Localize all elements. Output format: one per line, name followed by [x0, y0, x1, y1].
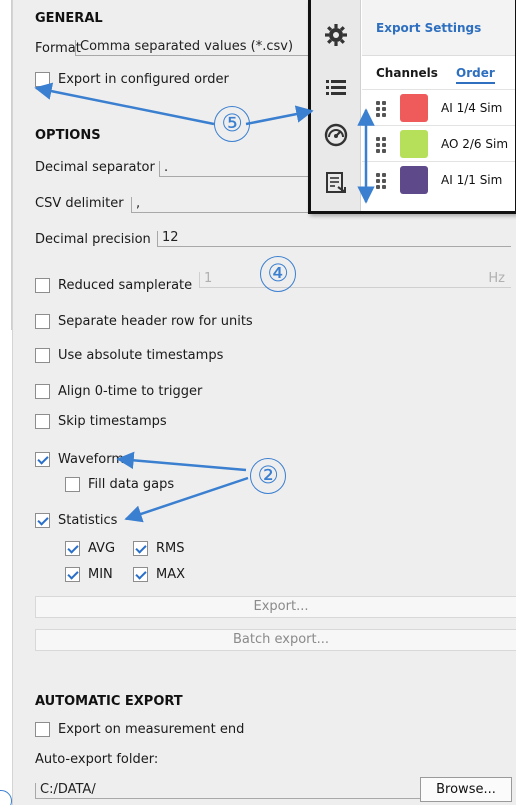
export-report-icon[interactable] [323, 170, 349, 196]
reduced-samplerate-checkbox[interactable] [35, 277, 50, 293]
align-zero-label: Align 0-time to trigger [58, 383, 203, 399]
fill-gaps-label: Fill data gaps [88, 476, 175, 492]
auto-export-folder-label: Auto-export folder: [35, 752, 159, 767]
auto-export-folder-field[interactable]: C:/DATA/ [35, 783, 429, 799]
popup-main: Export Settings Channels Order AI 1/4 Si… [362, 0, 515, 211]
absolute-timestamps-label: Use absolute timestamps [58, 347, 224, 363]
absolute-timestamps-row[interactable]: Use absolute timestamps [35, 346, 223, 364]
callout-4: ④ [260, 256, 296, 292]
channel-color-swatch [400, 129, 428, 158]
absolute-timestamps-checkbox[interactable] [35, 347, 50, 363]
tab-channels[interactable]: Channels [376, 66, 438, 80]
max-checkbox[interactable] [133, 566, 148, 582]
header-row-units-label: Separate header row for units [58, 313, 253, 329]
max-row[interactable]: MAX [133, 565, 185, 583]
reduced-samplerate-row[interactable]: Reduced samplerate [35, 276, 192, 294]
callout-2: ② [250, 458, 286, 494]
statistics-row[interactable]: Statistics [35, 511, 117, 529]
options-title: OPTIONS [35, 128, 101, 143]
channel-color-swatch [400, 165, 428, 194]
auto-export-title: AUTOMATIC EXPORT [35, 694, 183, 709]
skip-timestamps-row[interactable]: Skip timestamps [35, 412, 167, 430]
reduced-samplerate-field[interactable]: 1 Hz [199, 272, 511, 288]
csv-delimiter-field[interactable]: , [131, 197, 309, 213]
decimal-separator-field[interactable]: . [159, 161, 309, 177]
decimal-separator-label: Decimal separator [35, 160, 155, 175]
skip-timestamps-label: Skip timestamps [58, 413, 167, 429]
drag-handle-icon[interactable] [376, 172, 386, 189]
channel-name: AI 1/1 Sim [441, 172, 503, 187]
fill-gaps-row[interactable]: Fill data gaps [65, 475, 174, 493]
export-on-end-row[interactable]: Export on measurement end [35, 720, 244, 738]
decimal-precision-field[interactable]: 12 [157, 231, 511, 247]
header-row-units-row[interactable]: Separate header row for units [35, 312, 253, 330]
left-strip [0, 0, 12, 330]
min-label: MIN [88, 566, 113, 582]
reduced-samplerate-unit: Hz [488, 272, 505, 286]
min-checkbox[interactable] [65, 566, 80, 582]
popup-title: Export Settings [376, 21, 482, 35]
waveform-row[interactable]: Waveform [35, 450, 124, 468]
reduced-samplerate-label: Reduced samplerate [58, 277, 193, 293]
channel-row[interactable]: AI 1/1 Sim [362, 161, 515, 197]
list-icon[interactable] [323, 74, 349, 100]
export-order-checkbox[interactable] [35, 71, 50, 87]
statistics-checkbox[interactable] [35, 512, 50, 528]
waveform-checkbox[interactable] [35, 451, 50, 467]
csv-delimiter-label: CSV delimiter [35, 196, 124, 211]
skip-timestamps-checkbox[interactable] [35, 413, 50, 429]
max-label: MAX [156, 566, 186, 582]
export-on-end-checkbox[interactable] [35, 721, 50, 737]
drag-handle-icon[interactable] [376, 100, 386, 117]
align-zero-row[interactable]: Align 0-time to trigger [35, 382, 202, 400]
format-label: Format [35, 41, 81, 56]
channel-name: AO 2/6 Sim [441, 136, 509, 151]
align-zero-checkbox[interactable] [35, 383, 50, 399]
batch-export-button[interactable]: Batch export... [35, 629, 516, 651]
avg-row[interactable]: AVG [65, 539, 115, 557]
callout-5: ⑤ [214, 106, 250, 142]
export-order-row[interactable]: Export in configured order [35, 70, 229, 88]
min-row[interactable]: MIN [65, 565, 113, 583]
channel-color-swatch [400, 93, 428, 122]
fill-gaps-checkbox[interactable] [65, 476, 80, 492]
rms-label: RMS [156, 540, 185, 556]
drag-handle-icon[interactable] [376, 136, 386, 153]
avg-checkbox[interactable] [65, 540, 80, 556]
export-order-label: Export in configured order [58, 71, 229, 87]
format-select[interactable]: Comma separated values (*.csv) [75, 40, 315, 56]
avg-label: AVG [88, 540, 116, 556]
gear-icon[interactable] [323, 22, 349, 48]
channel-row[interactable]: AO 2/6 Sim [362, 125, 515, 161]
export-button[interactable]: Export... [35, 596, 516, 618]
popup-sidebar [311, 0, 361, 211]
statistics-label: Statistics [58, 512, 118, 528]
export-settings-popup: Export Settings Channels Order AI 1/4 Si… [308, 0, 516, 214]
browse-button[interactable]: Browse... [420, 777, 512, 802]
decimal-precision-label: Decimal precision [35, 232, 151, 247]
channel-row[interactable]: AI 1/4 Sim [362, 89, 515, 125]
rms-row[interactable]: RMS [133, 539, 185, 557]
gauge-icon[interactable] [323, 122, 349, 148]
waveform-label: Waveform [58, 451, 124, 467]
general-title: GENERAL [35, 11, 103, 26]
header-row-units-checkbox[interactable] [35, 313, 50, 329]
channel-name: AI 1/4 Sim [441, 100, 503, 115]
reduced-samplerate-value: 1 [204, 272, 213, 286]
rms-checkbox[interactable] [133, 540, 148, 556]
export-on-end-label: Export on measurement end [58, 721, 245, 737]
tab-order[interactable]: Order [456, 66, 495, 84]
